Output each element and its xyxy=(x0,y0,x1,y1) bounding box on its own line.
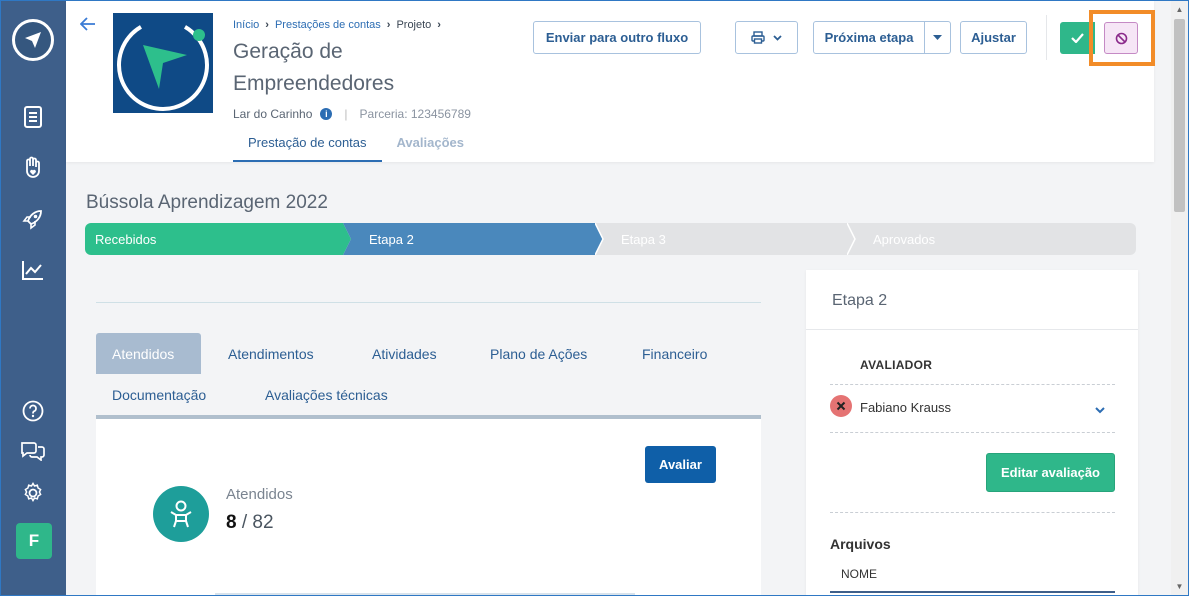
step-etapa-2[interactable]: Etapa 2 xyxy=(343,223,603,255)
atendidos-current: 8 xyxy=(226,512,237,533)
atendidos-label: Atendidos xyxy=(226,486,293,503)
meta-divider: | xyxy=(344,107,348,121)
dashed-divider xyxy=(830,512,1115,513)
organization-name: Lar do Carinho xyxy=(233,107,313,121)
files-header-underline xyxy=(830,591,1115,593)
breadcrumb-separator-icon: › xyxy=(386,19,391,31)
avatar[interactable]: F xyxy=(16,523,52,559)
printer-icon xyxy=(751,31,765,44)
evaluator-name: Fabiano Krauss xyxy=(860,400,952,415)
project-header: Início › Prestações de contas › Projeto … xyxy=(66,1,1154,162)
edit-evaluation-button[interactable]: Editar avaliação xyxy=(986,453,1115,492)
approve-button[interactable] xyxy=(1060,22,1095,54)
atendidos-count: 8 / 82 xyxy=(226,512,274,534)
hand-heart-icon[interactable] xyxy=(20,155,46,181)
scroll-down-icon[interactable]: ▼ xyxy=(1171,578,1188,595)
chevron-down-icon[interactable] xyxy=(1095,401,1105,419)
files-name-column: NOME xyxy=(841,567,877,581)
breadcrumb-separator-icon: › xyxy=(265,19,269,31)
workflow-stepper: Recebidos Etapa 2 Etapa 3 Aprovados xyxy=(85,223,1136,255)
step-separator xyxy=(595,223,604,255)
step-etapa-3[interactable]: Etapa 3 xyxy=(595,223,855,255)
caret-down-icon xyxy=(933,35,942,40)
files-heading: Arquivos xyxy=(830,536,891,552)
person-icon xyxy=(153,486,209,542)
print-button[interactable] xyxy=(735,21,798,54)
project-meta: Lar do Carinho i | Parceria: 123456789 xyxy=(233,107,471,121)
tab-atividades[interactable]: Atividades xyxy=(356,333,453,374)
scrollbar[interactable]: ▲ ▼ xyxy=(1171,1,1188,595)
check-icon xyxy=(1071,33,1084,43)
next-step-button[interactable]: Próxima etapa xyxy=(813,21,925,54)
send-other-flow-button[interactable]: Enviar para outro fluxo xyxy=(533,21,701,54)
gear-icon[interactable] xyxy=(20,480,46,506)
step-aprovados[interactable]: Aprovados xyxy=(847,223,1136,255)
help-icon[interactable] xyxy=(20,398,46,424)
remove-evaluator-icon[interactable] xyxy=(830,395,852,417)
chart-icon[interactable] xyxy=(20,257,46,283)
ban-icon xyxy=(1115,32,1127,44)
breadcrumb-inicio[interactable]: Início xyxy=(233,19,259,31)
stage-title: Etapa 2 xyxy=(832,292,888,309)
parceria-label: Parceria: 123456789 xyxy=(359,107,471,121)
step-separator xyxy=(847,223,856,255)
card-divider xyxy=(806,329,1138,330)
back-arrow-icon[interactable] xyxy=(79,15,96,36)
tab-plano-de-acoes[interactable]: Plano de Ações xyxy=(474,333,603,374)
header-divider xyxy=(1046,15,1047,60)
tab-avaliacoes[interactable]: Avaliações xyxy=(382,127,479,162)
sidebar: F xyxy=(1,1,66,595)
evaluator-heading: AVALIADOR xyxy=(860,358,933,372)
project-logo xyxy=(113,13,213,113)
section-divider xyxy=(96,302,761,303)
tab-avaliacoes-tecnicas[interactable]: Avaliações técnicas xyxy=(249,374,404,415)
tab-atendimentos[interactable]: Atendimentos xyxy=(212,333,330,374)
header-tabs: Prestação de contas Avaliações xyxy=(233,127,479,162)
breadcrumb: Início › Prestações de contas › Projeto … xyxy=(233,19,441,31)
scroll-up-icon[interactable]: ▲ xyxy=(1171,1,1188,18)
dashed-divider xyxy=(830,432,1115,433)
atendidos-panel: Avaliar Atendidos 8 / 82 xyxy=(96,419,761,596)
tab-documentacao[interactable]: Documentação xyxy=(96,374,222,415)
stage-card: Etapa 2 AVALIADOR Fabiano Krauss Editar … xyxy=(806,270,1138,596)
dashed-divider xyxy=(830,384,1115,385)
tab-financeiro[interactable]: Financeiro xyxy=(626,333,723,374)
logo-icon[interactable] xyxy=(12,19,54,61)
chat-icon[interactable] xyxy=(20,437,46,463)
scroll-thumb[interactable] xyxy=(1174,19,1185,212)
page-title: Geração de Empreendedores xyxy=(233,40,395,95)
atendidos-slash: / xyxy=(236,512,253,533)
tab-atendidos[interactable]: Atendidos xyxy=(96,333,201,374)
program-title: Bússola Aprendizagem 2022 xyxy=(86,192,328,213)
info-icon[interactable]: i xyxy=(320,108,333,120)
next-step-dropdown-button[interactable] xyxy=(924,21,951,54)
breadcrumb-prestacoes[interactable]: Prestações de contas xyxy=(275,19,381,31)
step-recebidos[interactable]: Recebidos xyxy=(85,223,351,255)
rocket-icon[interactable] xyxy=(20,206,46,232)
breadcrumb-projeto: Projeto xyxy=(396,19,432,31)
reject-button[interactable] xyxy=(1104,22,1138,54)
document-icon[interactable] xyxy=(20,104,46,130)
chevron-down-icon xyxy=(773,34,782,41)
adjust-button[interactable]: Ajustar xyxy=(960,21,1027,54)
evaluate-button[interactable]: Avaliar xyxy=(645,446,716,483)
atendidos-total: 82 xyxy=(252,512,274,533)
tab-prestacao-de-contas[interactable]: Prestação de contas xyxy=(233,127,382,162)
breadcrumb-separator-icon: › xyxy=(437,19,441,31)
